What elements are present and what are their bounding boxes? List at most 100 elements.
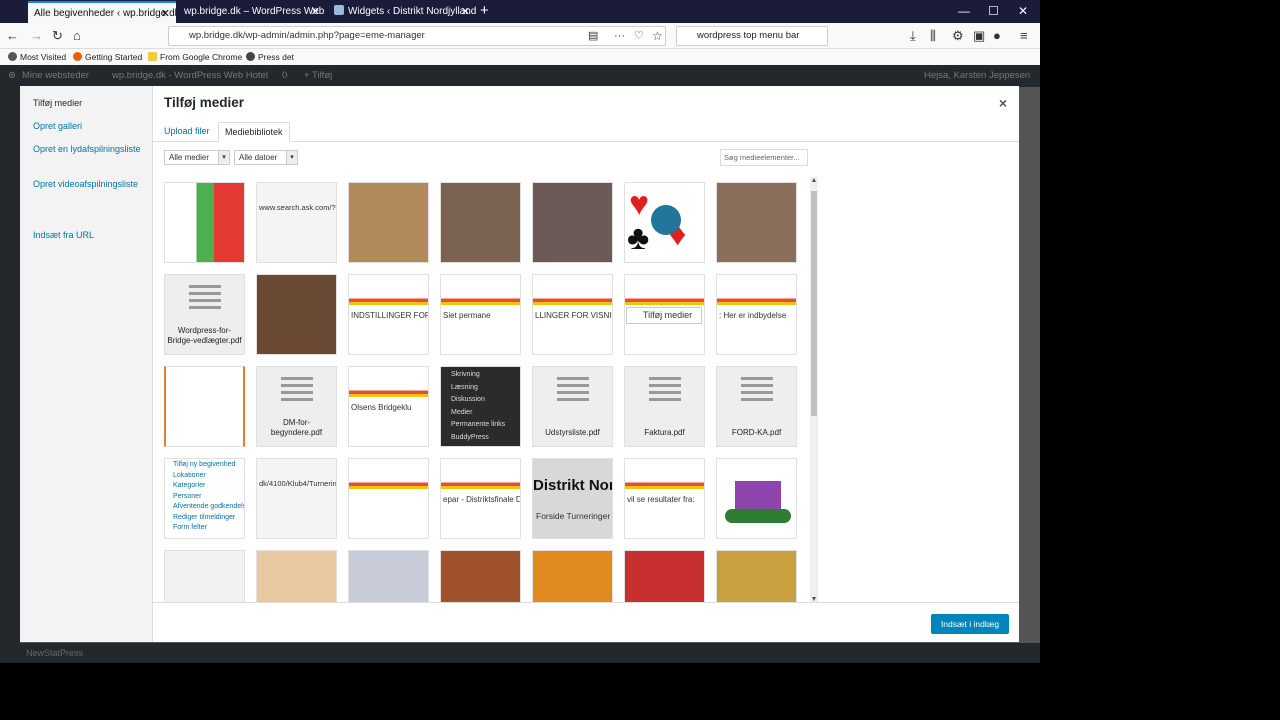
media-item[interactable]: Udstyrsliste.pdf — [532, 366, 613, 447]
close-window-icon[interactable]: ✕ — [1018, 2, 1028, 20]
reader-icon[interactable]: ▤ — [588, 28, 598, 44]
media-item-photo[interactable] — [256, 274, 337, 355]
admin-user[interactable]: Hejsa, Karsten Jeppesen — [924, 65, 1030, 87]
media-item-image[interactable] — [716, 458, 797, 539]
tab-mediebibliotek[interactable]: Mediebibliotek — [218, 122, 290, 142]
addon-icon[interactable]: ● — [993, 28, 1001, 44]
tab-wp-bridge[interactable]: wp.bridge.dk – WordPress Web Hos ✕ — [178, 1, 326, 23]
menu-opret-videoafspilningsliste[interactable]: Opret videoafspilningsliste — [33, 179, 143, 191]
filter-date-select[interactable]: Alle datoer ▾ — [234, 150, 298, 165]
thumb-text: Personer — [173, 492, 202, 500]
thumb-text: BuddyPress — [451, 433, 489, 441]
media-search-input[interactable]: Søg medieelementer... — [720, 149, 808, 166]
scroll-up-icon[interactable]: ▲ — [810, 177, 818, 184]
document-icon — [189, 285, 221, 313]
admin-my-sites[interactable]: Mine websteder — [22, 65, 89, 87]
library-icon[interactable]: ⫼ — [930, 28, 936, 44]
media-item-image[interactable] — [716, 550, 797, 602]
media-item-image[interactable] — [348, 550, 429, 602]
add-media-tooltip: Tilføj medier — [626, 307, 702, 324]
media-item-image[interactable] — [532, 550, 613, 602]
media-item[interactable]: www.search.ask.com/?o=1 — [256, 182, 337, 263]
thumb-text: : Her er indbydelse — [719, 311, 787, 320]
filter-media-select[interactable]: Alle medier ▾ — [164, 150, 230, 165]
bookmark-most-visited[interactable]: Most Visited — [8, 51, 66, 63]
reload-icon[interactable]: ↻ — [52, 28, 63, 44]
tab-widgets[interactable]: Widgets ‹ Distrikt Nordjylland · ✕ — [328, 1, 476, 23]
wp-logo-icon[interactable]: ⊛ — [8, 65, 16, 87]
tab-upload-filer[interactable]: Upload filer — [158, 122, 216, 142]
back-icon[interactable]: ← — [6, 28, 19, 44]
thumb-text: dk/4100/Klub4/Turneringe — [259, 479, 337, 488]
media-item[interactable]: epar - Distriktsfinale D — [440, 458, 521, 539]
media-item-image[interactable]: ♥ ♣ ♦ — [624, 182, 705, 263]
firefox-icon — [73, 52, 82, 61]
media-item[interactable]: dk/4100/Klub4/Turneringe — [256, 458, 337, 539]
menu-opret-galleri[interactable]: Opret galleri — [33, 121, 143, 133]
thumb-text: Kategorier — [173, 482, 206, 489]
scrollbar[interactable]: ▲ ▼ — [810, 177, 818, 603]
media-item-photo[interactable] — [348, 182, 429, 263]
more-icon[interactable]: ··· — [614, 28, 625, 44]
close-icon[interactable]: × — [999, 95, 1007, 111]
media-item[interactable]: INDSTILLINGER FOR VISNING AF — [348, 274, 429, 355]
media-item[interactable]: DM-for-begyndere.pdf — [256, 366, 337, 447]
menu-opret-lydafspilningsliste[interactable]: Opret en lydafspilningsliste — [33, 144, 143, 156]
tab-alle-begivenheder[interactable]: Alle begivenheder ‹ wp.bridge.dk · ✕ — [28, 1, 176, 23]
extension-icon[interactable]: ⚙ — [952, 28, 964, 44]
bookmark-getting-started[interactable]: Getting Started — [73, 51, 142, 63]
bookmark-from-google-chrome[interactable]: From Google Chrome — [148, 51, 242, 63]
media-item[interactable]: Siet permane — [440, 274, 521, 355]
maximize-icon[interactable]: ☐ — [988, 2, 999, 20]
new-tab-icon[interactable]: + — [480, 1, 489, 21]
media-item[interactable]: LLINGER FOR VISNING AF — [532, 274, 613, 355]
close-tab-icon[interactable]: ✕ — [311, 1, 320, 23]
thumb-text: vil se resultater fra: — [627, 495, 695, 504]
media-item[interactable]: : Her er indbydelse — [716, 274, 797, 355]
close-tab-icon[interactable]: ✕ — [161, 3, 170, 23]
thumb-text: Olsens Bridgeklu — [351, 403, 412, 412]
media-item[interactable]: Faktura.pdf — [624, 366, 705, 447]
media-item[interactable]: Skrivning Læsning Diskussion Medier Permanen… — [440, 366, 521, 447]
media-item[interactable]: FORD-KA.pdf — [716, 366, 797, 447]
media-item[interactable]: vil se resultater fra: — [624, 458, 705, 539]
admin-comments[interactable]: 0 — [282, 65, 287, 87]
bookmark-press-det[interactable]: Press det — [246, 51, 294, 63]
minimize-icon[interactable]: — — [958, 2, 970, 20]
forward-icon[interactable]: → — [30, 28, 43, 44]
close-tab-icon[interactable]: ✕ — [461, 1, 470, 23]
media-item-image[interactable] — [164, 550, 245, 602]
media-item[interactable]: Tilføj ny begivenhed Lokationer Kategorier… — [164, 458, 245, 539]
thumb-text: Lokationer — [173, 471, 206, 479]
thumb-text: Permanente links — [451, 421, 506, 428]
sync-icon[interactable]: ▣ — [973, 28, 985, 44]
scroll-thumb[interactable] — [811, 191, 817, 416]
admin-new[interactable]: + Tilføj — [304, 65, 332, 87]
media-item-photo[interactable] — [440, 182, 521, 263]
chevron-down-icon: ▾ — [286, 151, 297, 164]
menu-indsaet-fra-url[interactable]: Indsæt fra URL — [33, 230, 143, 242]
media-item[interactable]: Wordpress-for-Bridge-vedlægter.pdf — [164, 274, 245, 355]
admin-site-name[interactable]: wp.bridge.dk - WordPress Web Hotel — [112, 65, 268, 87]
media-item-image[interactable] — [440, 550, 521, 602]
home-icon[interactable]: ⌂ — [73, 28, 81, 44]
media-item[interactable] — [348, 458, 429, 539]
club-icon: ♣ — [627, 219, 650, 257]
media-item-document[interactable] — [164, 366, 245, 447]
media-item-image[interactable] — [164, 182, 245, 263]
media-item-photo[interactable] — [716, 182, 797, 263]
pocket-icon[interactable]: ♡ — [634, 28, 644, 44]
media-item-image[interactable] — [256, 550, 337, 602]
search-bar[interactable]: wordpress top menu bar — [676, 26, 828, 46]
insert-into-post-button[interactable]: Indsæt i indlæg — [931, 614, 1009, 634]
bookmark-star-icon[interactable]: ☆ — [652, 28, 663, 44]
media-item[interactable]: Olsens Bridgeklu — [348, 366, 429, 447]
media-item-photo[interactable] — [532, 182, 613, 263]
thumb-text: epar - Distriktsfinale D — [443, 495, 521, 504]
menu-icon[interactable]: ≡ — [1020, 28, 1028, 44]
thumb-text: Form felter — [173, 524, 207, 531]
media-item[interactable]: Distrikt Nor Forside Turneringer — [532, 458, 613, 539]
download-icon[interactable]: ⤓ — [910, 28, 916, 44]
media-item-image[interactable] — [624, 550, 705, 602]
menu-tilfoj-medier[interactable]: Tilføj medier — [33, 98, 143, 110]
